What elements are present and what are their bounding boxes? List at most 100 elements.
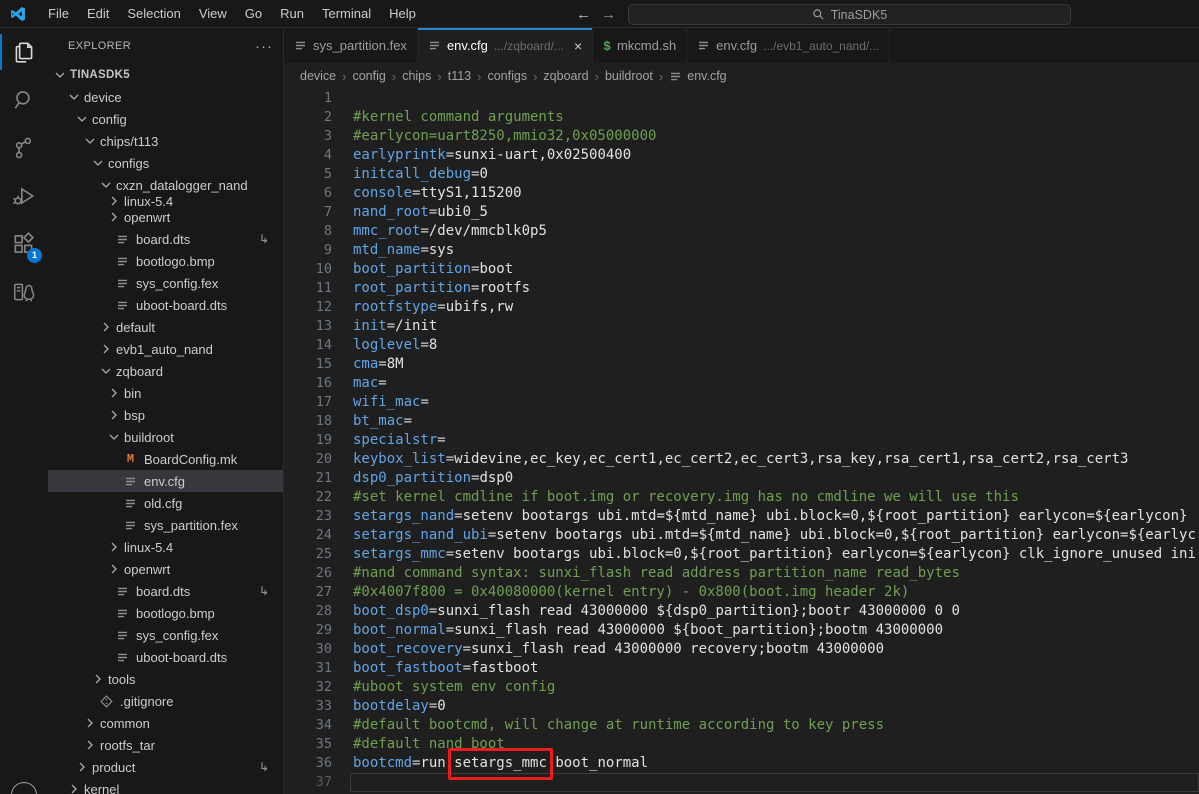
tree-item-openwrt[interactable]: openwrt [48,558,283,580]
menu-go[interactable]: Go [236,3,271,25]
menu-edit[interactable]: Edit [78,3,118,25]
tree-item-buildroot[interactable]: buildroot [48,426,283,448]
code-line-16[interactable]: 16mac= [284,374,1199,393]
breadcrumb-item-config[interactable]: config [352,69,385,83]
tab-mkcmd-sh[interactable]: $mkcmd.sh [593,28,687,63]
tree-item-chips-t113[interactable]: chips/t113 [48,130,283,152]
tree-item-sys-config-fex[interactable]: sys_config.fex [48,624,283,646]
code-line-33[interactable]: 33bootdelay=0 [284,697,1199,716]
tree-item-device[interactable]: device [48,86,283,108]
menu-view[interactable]: View [190,3,236,25]
activity-embedded-linux-button[interactable] [0,268,48,316]
code-line-28[interactable]: 28boot_dsp0=sunxi_flash read 43000000 ${… [284,602,1199,621]
menu-terminal[interactable]: Terminal [313,3,380,25]
code-line-5[interactable]: 5initcall_debug=0 [284,165,1199,184]
activity-run-debug-button[interactable] [0,172,48,220]
code-line-31[interactable]: 31boot_fastboot=fastboot [284,659,1199,678]
code-line-14[interactable]: 14loglevel=8 [284,336,1199,355]
breadcrumb-item-device[interactable]: device [300,69,336,83]
menu-help[interactable]: Help [380,3,425,25]
tree-item-bootlogo-bmp[interactable]: bootlogo.bmp [48,250,283,272]
tree-item-common[interactable]: common [48,712,283,734]
tree-item-bootlogo-bmp[interactable]: bootlogo.bmp [48,602,283,624]
tree-item-evb1-auto-nand[interactable]: evb1_auto_nand [48,338,283,360]
tree-item-sys-config-fex[interactable]: sys_config.fex [48,272,283,294]
tree-item-config[interactable]: config [48,108,283,130]
code-line-22[interactable]: 22#set kernel cmdline if boot.img or rec… [284,488,1199,507]
code-line-4[interactable]: 4earlyprintk=sunxi-uart,0x02500400 [284,146,1199,165]
code-line-34[interactable]: 34#default bootcmd, will change at runti… [284,716,1199,735]
menu-selection[interactable]: Selection [118,3,189,25]
tree-item-openwrt[interactable]: openwrt [48,206,283,228]
code-editor[interactable]: 12#kernel command arguments3#earlycon=ua… [284,89,1199,794]
code-line-7[interactable]: 7nand_root=ubi0_5 [284,203,1199,222]
tree-item-cxzn-datalogger-nand[interactable]: cxzn_datalogger_nand [48,174,283,196]
tree-item-linux-5-4[interactable]: linux-5.4 [48,196,283,206]
code-line-37[interactable]: 37 [284,773,1199,792]
code-line-30[interactable]: 30boot_recovery=sunxi_flash read 4300000… [284,640,1199,659]
code-line-26[interactable]: 26#nand command syntax: sunxi_flash read… [284,564,1199,583]
tree-item-zqboard[interactable]: zqboard [48,360,283,382]
command-center-search[interactable]: TinaSDK5 [628,4,1071,25]
code-line-21[interactable]: 21dsp0_partition=dsp0 [284,469,1199,488]
code-line-24[interactable]: 24setargs_nand_ubi=setenv bootargs ubi.m… [284,526,1199,545]
code-line-12[interactable]: 12rootfstype=ubifs,rw [284,298,1199,317]
tree-item-linux-5-4[interactable]: linux-5.4 [48,536,283,558]
code-line-29[interactable]: 29boot_normal=sunxi_flash read 43000000 … [284,621,1199,640]
breadcrumb-item-buildroot[interactable]: buildroot [605,69,653,83]
code-line-18[interactable]: 18bt_mac= [284,412,1199,431]
explorer-more-actions-button[interactable]: ··· [255,38,273,55]
breadcrumb-item-t113[interactable]: t113 [448,69,471,83]
code-line-10[interactable]: 10boot_partition=boot [284,260,1199,279]
code-line-8[interactable]: 8mmc_root=/dev/mmcblk0p5 [284,222,1199,241]
tree-item-old-cfg[interactable]: old.cfg [48,492,283,514]
breadcrumb-item-zqboard[interactable]: zqboard [543,69,588,83]
code-line-6[interactable]: 6console=ttyS1,115200 [284,184,1199,203]
activity-extensions-button[interactable]: 1 [0,220,48,268]
tree-item-uboot-board-dts[interactable]: uboot-board.dts [48,294,283,316]
account-icon[interactable] [11,782,37,794]
nav-forward-button[interactable]: → [601,6,616,23]
code-line-25[interactable]: 25setargs_mmc=setenv bootargs ubi.block=… [284,545,1199,564]
tree-item-uboot-board-dts[interactable]: uboot-board.dts [48,646,283,668]
tree-item-tinasdk5[interactable]: TINASDK5 [48,64,283,86]
code-line-13[interactable]: 13init=/init [284,317,1199,336]
code-line-27[interactable]: 27#0x4007f800 = 0x40080000(kernel entry)… [284,583,1199,602]
code-line-35[interactable]: 35#default nand boot [284,735,1199,754]
code-line-17[interactable]: 17wifi_mac= [284,393,1199,412]
code-line-9[interactable]: 9mtd_name=sys [284,241,1199,260]
menu-run[interactable]: Run [271,3,313,25]
breadcrumb-item-configs[interactable]: configs [487,69,527,83]
menu-file[interactable]: File [39,3,78,25]
tree-item-configs[interactable]: configs [48,152,283,174]
tree-item-boardconfig-mk[interactable]: MBoardConfig.mk [48,448,283,470]
code-line-3[interactable]: 3#earlycon=uart8250,mmio32,0x05000000 [284,127,1199,146]
tree-item-default[interactable]: default [48,316,283,338]
tree-item-board-dts[interactable]: board.dts↳ [48,228,283,250]
activity-explorer-button[interactable] [0,28,48,76]
code-line-11[interactable]: 11root_partition=rootfs [284,279,1199,298]
tree-item-bin[interactable]: bin [48,382,283,404]
code-line-36[interactable]: 36bootcmd=run setargs_mmc boot_normal [284,754,1199,773]
nav-back-button[interactable]: ← [576,6,591,23]
tree-item-product[interactable]: product↳ [48,756,283,778]
tree-item-sys-partition-fex[interactable]: sys_partition.fex [48,514,283,536]
code-line-2[interactable]: 2#kernel command arguments [284,108,1199,127]
tab-env-cfg[interactable]: env.cfg.../evb1_auto_nand/... [687,28,890,63]
tree-item-env-cfg[interactable]: env.cfg [48,470,283,492]
tab-sys-partition-fex[interactable]: sys_partition.fex [284,28,418,63]
breadcrumb-item-file[interactable]: env.cfg [669,69,726,83]
tree-item-tools[interactable]: tools [48,668,283,690]
activity-source-control-button[interactable] [0,124,48,172]
code-line-20[interactable]: 20keybox_list=widevine,ec_key,ec_cert1,e… [284,450,1199,469]
code-line-32[interactable]: 32#uboot system env config [284,678,1199,697]
tree-item-bsp[interactable]: bsp [48,404,283,426]
code-line-1[interactable]: 1 [284,89,1199,108]
activity-search-button[interactable] [0,76,48,124]
code-line-23[interactable]: 23setargs_nand=setenv bootargs ubi.mtd=$… [284,507,1199,526]
close-icon[interactable]: × [574,38,582,54]
tab-env-cfg[interactable]: env.cfg.../zqboard/...× [418,28,593,63]
tree-item-rootfs-tar[interactable]: rootfs_tar [48,734,283,756]
tree-item--gitignore[interactable]: .gitignore [48,690,283,712]
code-line-19[interactable]: 19specialstr= [284,431,1199,450]
